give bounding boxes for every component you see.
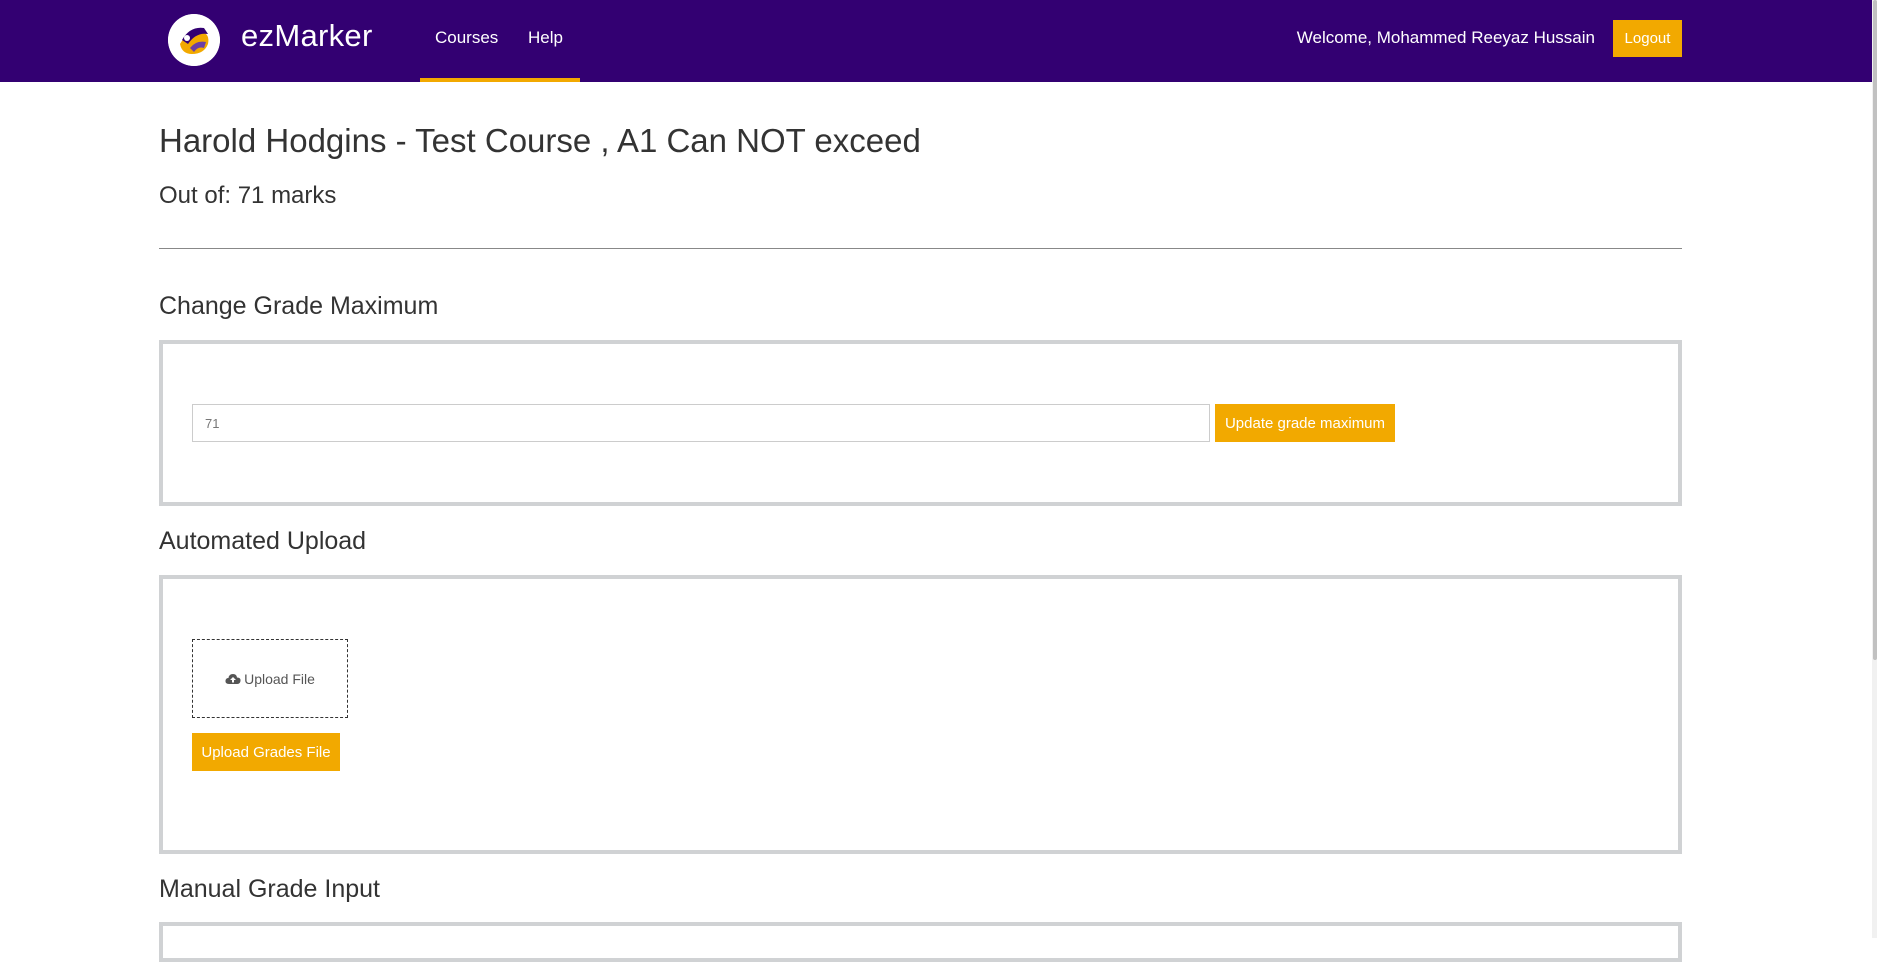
logout-button[interactable]: Logout [1613,20,1682,57]
brand-name[interactable]: ezMarker [241,16,373,56]
nav-courses[interactable]: Courses [435,27,498,49]
change-grade-maximum-heading: Change Grade Maximum [159,292,439,320]
cloud-upload-icon [225,670,241,690]
ezmarker-logo[interactable] [168,14,220,66]
nav-help[interactable]: Help [528,27,563,49]
upload-file-label: Upload File [244,671,315,687]
welcome-message: Welcome, Mohammed Reeyaz Hussain [1296,28,1595,47]
automated-upload-panel [159,575,1682,854]
divider [159,248,1682,249]
scrollbar-thumb[interactable] [1873,0,1877,660]
top-navbar: ezMarker Courses Help Welcome, Mohammed … [0,0,1872,82]
out-of-marks: Out of: 71 marks [159,182,337,209]
grade-maximum-input[interactable] [192,404,1210,442]
upload-grades-file-button[interactable]: Upload Grades File [192,733,340,771]
update-grade-maximum-button[interactable]: Update grade maximum [1215,404,1395,442]
manual-grade-input-panel [159,922,1682,962]
manual-grade-input-heading: Manual Grade Input [159,875,380,903]
automated-upload-heading: Automated Upload [159,527,367,555]
page-title: Harold Hodgins - Test Course , A1 Can NO… [159,122,921,159]
upload-file-dropzone[interactable]: Upload File [192,639,348,718]
